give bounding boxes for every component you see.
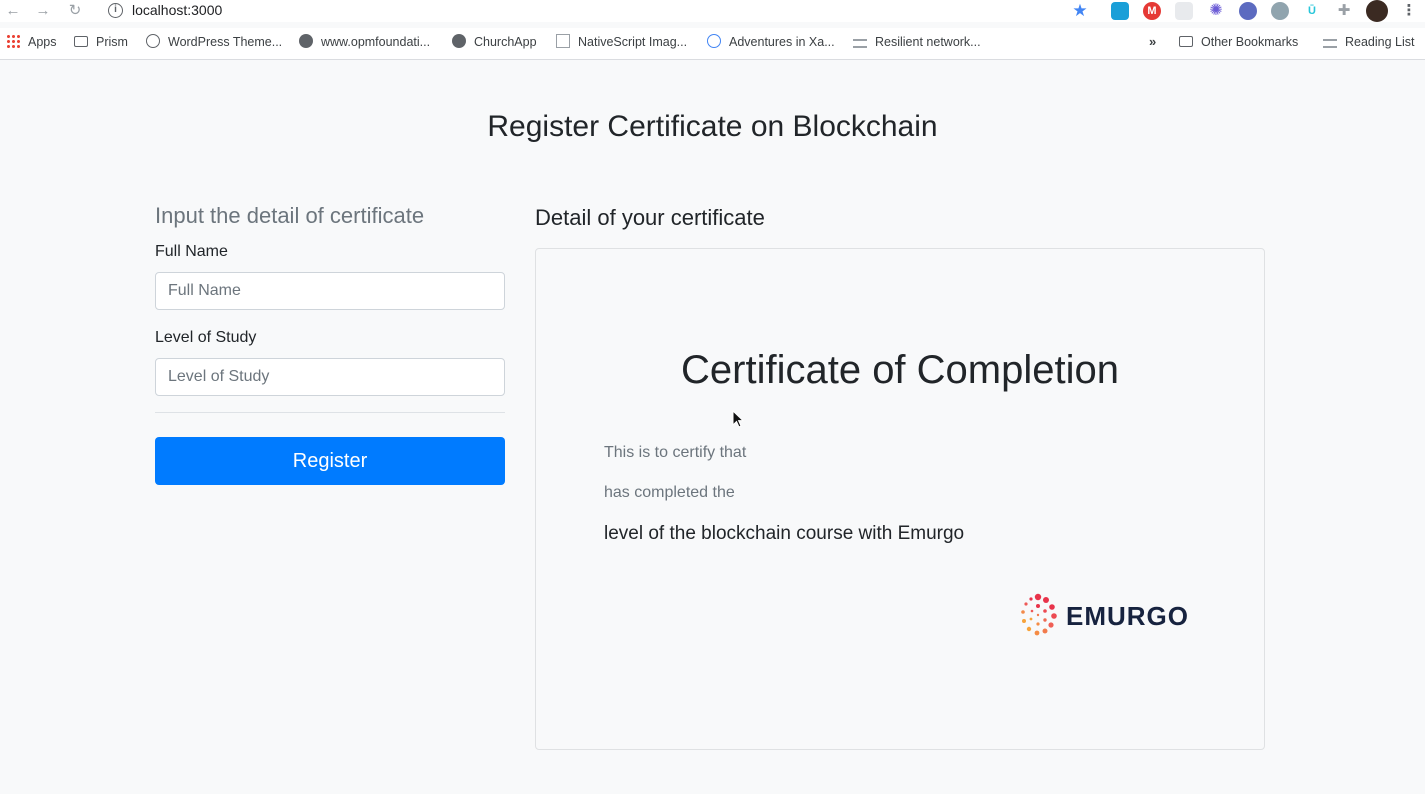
page-title: Register Certificate on Blockchain <box>487 110 938 143</box>
document-icon <box>556 34 570 48</box>
bookmark-prism[interactable]: Prism <box>74 33 128 51</box>
form-heading: Input the detail of certificate <box>155 203 425 228</box>
full-name-label: Full Name <box>155 243 228 260</box>
profile-avatar[interactable] <box>1366 0 1388 22</box>
certificate-title: Certificate of Completion <box>681 348 1119 392</box>
extension-icon[interactable] <box>1271 2 1289 20</box>
wordpress-icon <box>146 34 160 48</box>
folder-icon <box>1179 36 1193 47</box>
bookmarks-overflow-button[interactable]: » <box>1149 33 1156 51</box>
extension-icon[interactable] <box>1111 2 1129 20</box>
bookmark-adventures[interactable]: Adventures in Xa... <box>707 33 835 51</box>
mega-extension-icon[interactable]: M <box>1143 2 1161 20</box>
extension-icon[interactable]: Ū <box>1303 2 1321 20</box>
full-name-input[interactable] <box>155 272 505 310</box>
extension-icon[interactable] <box>1175 2 1193 20</box>
bookmark-nativescript[interactable]: NativeScript Imag... <box>556 33 687 51</box>
menu-icon[interactable]: ⋮ <box>1400 2 1418 20</box>
other-bookmarks[interactable]: Other Bookmarks <box>1179 33 1298 51</box>
certificate-line-course: level of the blockchain course with Emur… <box>604 523 965 544</box>
back-icon[interactable]: ← <box>4 2 22 20</box>
level-of-study-label: Level of Study <box>155 329 257 346</box>
forward-icon[interactable]: → <box>34 2 52 20</box>
reading-list-icon <box>1323 39 1337 48</box>
list-icon <box>853 39 867 48</box>
level-of-study-input[interactable] <box>155 358 505 396</box>
browser-toolbar: ← → ↻ i localhost:3000 ★ M ✺ Ū ✚ ⋮ <box>0 0 1425 22</box>
bookmark-wordpress-theme[interactable]: WordPress Theme... <box>146 33 282 51</box>
globe-icon <box>299 34 313 48</box>
certificate-heading: Detail of your certificate <box>535 205 765 230</box>
reload-icon[interactable]: ↻ <box>66 2 84 20</box>
emurgo-logo-icon <box>1021 593 1057 636</box>
certificate-line-completed: has completed the <box>604 484 735 501</box>
certificate-line-certify: This is to certify that <box>604 444 747 461</box>
certificate-card: Certificate of Completion This is to cer… <box>535 248 1265 750</box>
apps-grid-icon <box>6 34 20 48</box>
globe-icon <box>452 34 466 48</box>
folder-icon <box>74 36 88 47</box>
wordpress-icon <box>707 34 721 48</box>
form-divider <box>155 412 505 413</box>
emurgo-logo: EMURGO <box>1016 591 1206 641</box>
bookmarks-bar: Apps Prism WordPress Theme... www.opmfou… <box>0 28 1425 60</box>
bookmark-apps[interactable]: Apps <box>6 33 57 51</box>
address-bar[interactable]: localhost:3000 <box>132 2 222 18</box>
emurgo-logo-text: EMURGO <box>1066 601 1189 631</box>
bookmark-star-icon[interactable]: ★ <box>1071 2 1089 20</box>
bookmark-resilient-network[interactable]: Resilient network... <box>853 33 981 51</box>
bookmark-churchapp[interactable]: ChurchApp <box>452 33 537 51</box>
sparkle-extension-icon[interactable]: ✺ <box>1207 2 1225 20</box>
register-button[interactable]: Register <box>155 437 505 485</box>
reading-list[interactable]: Reading List <box>1323 33 1415 51</box>
site-info-icon[interactable]: i <box>108 3 123 18</box>
bookmark-opmfoundation[interactable]: www.opmfoundati... <box>299 33 430 51</box>
mouse-cursor-icon <box>732 410 744 428</box>
extension-icon[interactable] <box>1239 2 1257 20</box>
puzzle-icon[interactable]: ✚ <box>1335 2 1353 20</box>
